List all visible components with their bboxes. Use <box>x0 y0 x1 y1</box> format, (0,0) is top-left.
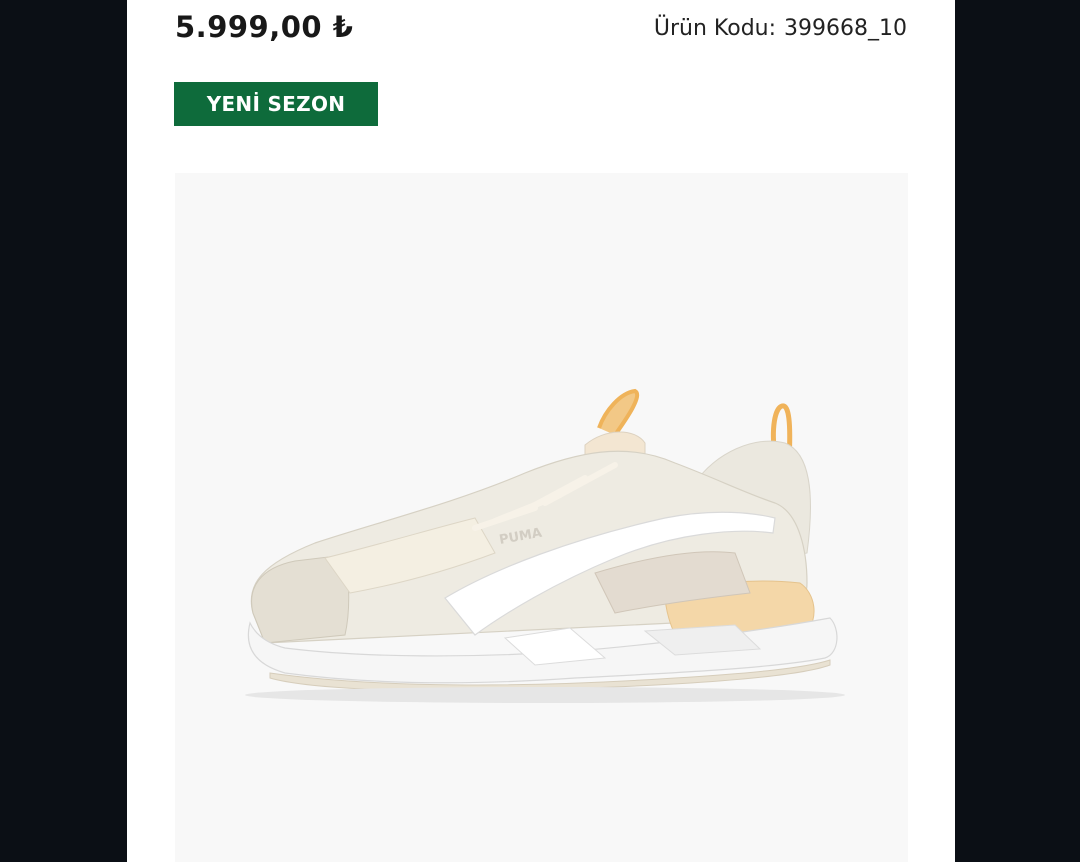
product-price: 5.999,00 ₺ <box>175 10 354 44</box>
product-code: Ürün Kodu: 399668_10 <box>654 16 907 41</box>
product-page: 5.999,00 ₺ Ürün Kodu: 399668_10 YENİ SEZ… <box>127 0 955 862</box>
product-code-value: 399668_10 <box>784 16 907 41</box>
tongue-pull-loop <box>597 388 639 437</box>
ground-shadow <box>245 687 845 703</box>
sneaker-image: PUMA <box>245 388 845 703</box>
screen: 5.999,00 ₺ Ürün Kodu: 399668_10 YENİ SEZ… <box>0 0 1080 862</box>
product-code-label: Ürün Kodu: <box>653 16 777 41</box>
new-season-badge: YENİ SEZON <box>174 82 378 126</box>
product-image[interactable]: PUMA <box>175 173 908 862</box>
new-season-badge-label: YENİ SEZON <box>206 92 346 116</box>
